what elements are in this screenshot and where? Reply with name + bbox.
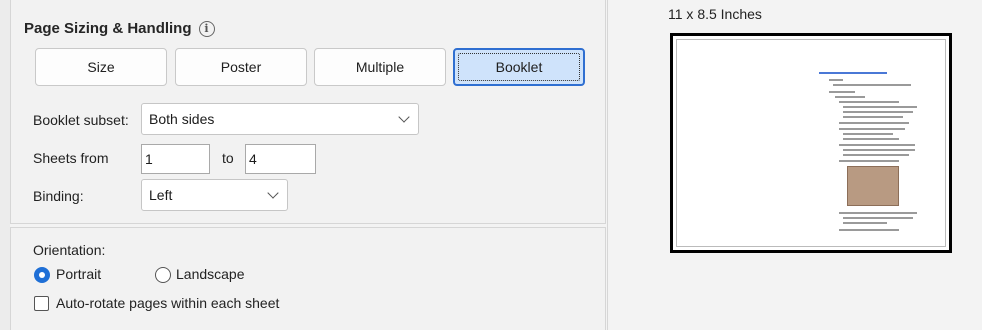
portrait-label[interactable]: Portrait: [56, 266, 101, 282]
chevron-down-icon: [267, 187, 279, 199]
landscape-label[interactable]: Landscape: [176, 266, 245, 282]
section-title-text: Page Sizing & Handling: [24, 20, 192, 37]
binding-value: Left: [149, 187, 173, 203]
binding-label: Binding:: [33, 188, 84, 204]
booklet-subset-value: Both sides: [149, 111, 215, 127]
preview-size-label: 11 x 8.5 Inches: [668, 6, 762, 22]
sheets-from-value: 1: [145, 151, 153, 167]
sheets-to-value: 4: [249, 151, 257, 167]
multiple-button-label: Multiple: [355, 59, 405, 75]
size-button-label: Size: [87, 59, 115, 75]
orientation-label: Orientation:: [33, 242, 106, 258]
booklet-subset-label: Booklet subset:: [33, 112, 129, 128]
booklet-button[interactable]: Booklet: [453, 48, 585, 86]
binding-select[interactable]: Left: [141, 179, 288, 211]
poster-button[interactable]: Poster: [175, 48, 307, 86]
size-button[interactable]: Size: [35, 48, 167, 86]
auto-rotate-label[interactable]: Auto-rotate pages within each sheet: [56, 295, 279, 311]
preview-page-border: [676, 39, 946, 247]
page-preview: [670, 33, 952, 253]
window-edge: [0, 0, 10, 330]
info-icon[interactable]: i: [198, 20, 215, 37]
booklet-subset-select[interactable]: Both sides: [141, 103, 419, 135]
sheets-to-label: to: [222, 150, 234, 166]
sheets-from-label: Sheets from: [33, 150, 109, 166]
poster-button-label: Poster: [220, 59, 262, 75]
sheets-to-input[interactable]: 4: [245, 144, 316, 174]
sheets-from-input[interactable]: 1: [141, 144, 210, 174]
landscape-radio[interactable]: [155, 267, 171, 283]
chevron-down-icon: [398, 111, 410, 123]
multiple-button[interactable]: Multiple: [314, 48, 446, 86]
auto-rotate-checkbox[interactable]: [34, 296, 49, 311]
focus-ring: [458, 53, 580, 81]
section-title: Page Sizing & Handling i: [24, 20, 215, 37]
portrait-radio[interactable]: [34, 267, 50, 283]
